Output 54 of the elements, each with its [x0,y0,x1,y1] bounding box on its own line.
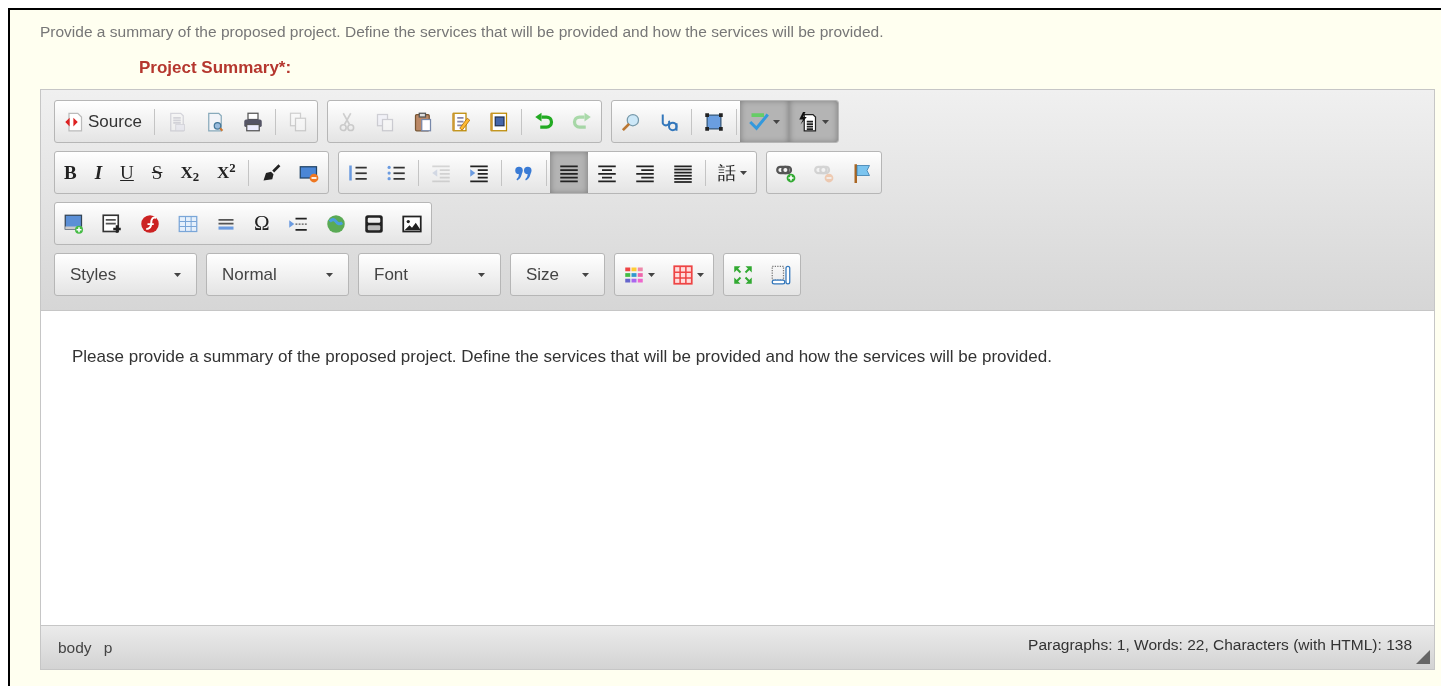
redo-icon [571,111,592,132]
word-count: Paragraphs: 1, Words: 22, Characters (with HTML): 138 [1028,634,1412,655]
caret-icon [697,272,704,277]
caret-icon [478,272,485,277]
caret-icon [582,272,589,277]
language-button[interactable]: 話 [708,152,756,193]
italic-button[interactable]: I [85,152,112,193]
superscript-button[interactable]: X$^{2}$ [208,152,245,193]
field-label: Project Summary*: [139,57,292,79]
page-lightning-icon [797,111,818,132]
dropdown[interactable]: Font [358,253,501,296]
printer-icon [242,111,263,132]
code-icon [64,111,84,132]
editor-text[interactable]: Please provide a summary of the proposed project. Define the services that will be provided and how the services will be provided. [41,311,1434,625]
caret-icon [821,119,829,124]
special-char-button[interactable]: Ω [245,203,279,244]
caret-icon [648,272,655,277]
dropdown[interactable]: Normal [206,253,349,296]
instruction-text: Provide a summary of the proposed project. Define the services that will be provided and how the services will be provided. [40,22,884,42]
dropdown[interactable]: Styles [54,253,197,296]
page-menu-button[interactable] [788,101,838,142]
copy-icon [374,111,395,132]
element-path-link[interactable]: p [99,635,117,660]
maximize-icon [733,264,753,285]
pages-icon [287,111,308,132]
strike-button[interactable]: S [142,152,172,193]
selection-icon [703,111,724,132]
show-blocks-icon [771,264,791,285]
dropdown[interactable]: Size [510,253,605,296]
undo-icon [533,111,554,132]
notepad-icon [450,111,471,132]
search-icon [620,111,641,132]
grid-icon [673,264,693,285]
paintbrush-icon [260,162,281,183]
source-button[interactable]: Source [55,101,151,142]
element-path-link[interactable]: body [54,635,96,660]
caret-icon [326,272,333,277]
caret-icon [174,272,181,277]
spellcheck-icon [748,111,769,132]
bold-button[interactable]: B [55,152,86,193]
globe-icon [325,213,346,234]
caret-icon [772,119,780,124]
image-add-icon [64,213,84,234]
clipboard-icon [412,111,433,132]
align-left-button[interactable] [549,152,588,193]
underline-button[interactable]: U [111,152,143,193]
form-icon [102,213,122,234]
resize-grip-icon[interactable] [1416,650,1430,664]
image-icon [401,213,422,234]
caret-icon [739,170,747,175]
table-icon [178,213,198,234]
subscript-button[interactable]: X$_{2}$ [171,152,209,193]
spellcheck-button[interactable] [739,101,789,142]
flash-icon [140,213,160,234]
